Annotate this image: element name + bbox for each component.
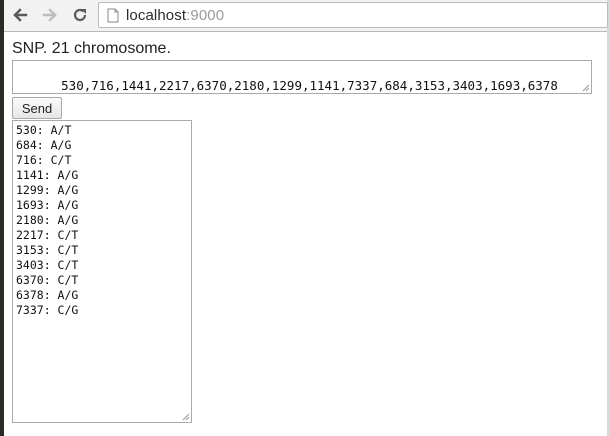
back-button[interactable] — [7, 2, 33, 28]
page-title: SNP. 21 chromosome. — [12, 40, 171, 57]
result-line: 530: A/T — [16, 123, 72, 137]
positions-input-value: 530,716,1441,2217,6370,2180,1299,1141,73… — [61, 78, 558, 93]
page-content: SNP. 21 chromosome. 530,716,1441,2217,63… — [4, 33, 607, 436]
result-line: 2217: C/T — [16, 228, 79, 242]
result-line: 1299: A/G — [16, 183, 79, 197]
result-line: 1693: A/G — [16, 198, 79, 212]
browser-toolbar: localhost:9000 — [4, 0, 608, 32]
resize-grip-icon[interactable] — [181, 412, 190, 421]
result-line: 3153: C/T — [16, 243, 79, 257]
back-arrow-icon — [13, 8, 28, 22]
positions-input[interactable]: 530,716,1441,2217,6370,2180,1299,1141,73… — [12, 60, 592, 94]
reload-icon — [73, 8, 87, 22]
forward-arrow-icon — [42, 8, 57, 22]
result-line: 1141: A/G — [16, 168, 79, 182]
page-icon — [106, 7, 120, 23]
result-line: 6370: C/T — [16, 273, 79, 287]
url-port: :9000 — [186, 6, 225, 24]
url-text: localhost:9000 — [126, 7, 224, 24]
reload-button[interactable] — [67, 2, 93, 28]
url-host: localhost — [126, 6, 187, 24]
result-line: 2180: A/G — [16, 213, 79, 227]
result-line: 3403: C/T — [16, 258, 79, 272]
send-button[interactable]: Send — [12, 97, 62, 119]
result-line: 7337: C/G — [16, 303, 79, 317]
address-bar[interactable]: localhost:9000 — [98, 2, 608, 28]
results-list: 530: A/T 684: A/G 716: C/T 1141: A/G 1299: A… — [16, 123, 188, 318]
browser-window: localhost:9000 SNP. 21 chromosome. 530,7… — [0, 0, 610, 436]
result-line: 684: A/G — [16, 138, 72, 152]
result-line: 716: C/T — [16, 153, 72, 167]
resize-grip-icon[interactable] — [581, 83, 590, 92]
result-line: 6378: A/G — [16, 288, 79, 302]
results-output[interactable]: 530: A/T 684: A/G 716: C/T 1141: A/G 1299: A… — [12, 120, 192, 423]
forward-button[interactable] — [37, 2, 63, 28]
